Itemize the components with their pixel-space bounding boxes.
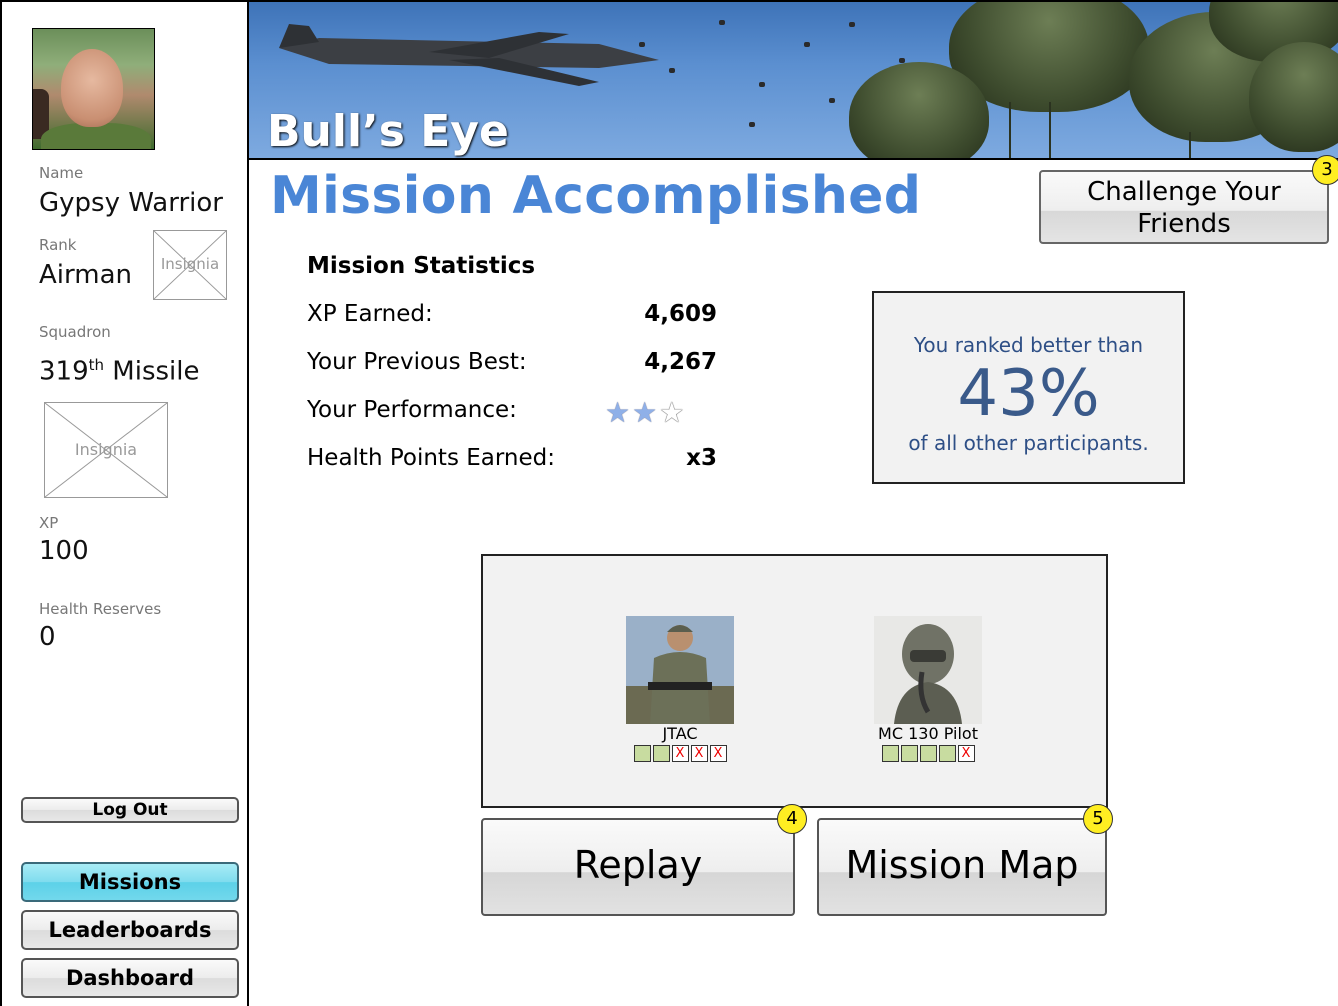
member-name: JTAC [662, 724, 698, 743]
health-full-icon [938, 745, 956, 762]
health-reserves-label: Health Reserves [39, 600, 162, 618]
player-squadron: 319th Missile [39, 356, 200, 387]
jtac-photo [626, 616, 734, 724]
pilot-photo [874, 616, 982, 724]
team-member-mc130-pilot[interactable]: MC 130 Pilot X [851, 616, 1005, 762]
rank-label: Rank [39, 236, 77, 254]
health-lost-icon: X [690, 745, 708, 762]
annotation-badge-4: 4 [777, 804, 807, 834]
challenge-label-line2: Friends [1137, 209, 1231, 239]
team-member-jtac[interactable]: JTAC XXX [603, 616, 757, 762]
ranking-percent: 43% [957, 357, 1100, 431]
rank-insignia-text: Insignia [160, 255, 220, 273]
mission-map-button[interactable]: Mission Map [817, 818, 1107, 916]
xp-earned-value: 4,609 [644, 301, 717, 327]
previous-best-value: 4,267 [644, 349, 717, 375]
star-filled-icon: ★ [605, 396, 633, 429]
member-health-boxes: X [851, 745, 1005, 762]
ranking-line2: of all other participants. [908, 431, 1149, 455]
player-rank: Airman [39, 260, 132, 290]
performance-rating: ★★★ [605, 396, 686, 429]
challenge-label-line1: Challenge Your [1087, 177, 1281, 207]
name-label: Name [39, 164, 84, 182]
team-panel: JTAC XXX MC 130 Pilot X [481, 554, 1108, 808]
aircraft-icon [279, 24, 659, 86]
member-name: MC 130 Pilot [878, 724, 978, 743]
ranking-panel: You ranked better than 43% of all other … [872, 291, 1185, 484]
annotation-badge-3: 3 [1312, 155, 1338, 185]
health-points-label: Health Points Earned: [307, 445, 555, 471]
xp-earned-label: XP Earned: [307, 301, 433, 327]
nav-leaderboards-button[interactable]: Leaderboards [21, 910, 239, 950]
previous-best-label: Your Previous Best: [307, 349, 527, 375]
player-name: Gypsy Warrior [39, 188, 223, 218]
nav-missions-button[interactable]: Missions [21, 862, 239, 902]
xp-label: XP [39, 514, 59, 532]
player-xp: 100 [39, 536, 89, 566]
squadron-insignia-text: Insignia [74, 440, 138, 459]
star-filled-icon: ★ [632, 396, 660, 429]
page-title: Mission Accomplished [270, 166, 922, 226]
ranking-line1: You ranked better than [913, 333, 1144, 357]
health-full-icon [919, 745, 937, 762]
profile-avatar [32, 28, 155, 150]
nav-dashboard-button[interactable]: Dashboard [21, 958, 239, 998]
member-health-boxes: XXX [603, 745, 757, 762]
profile-sidebar: Name Gypsy Warrior Rank Airman Insignia … [0, 0, 249, 1006]
health-full-icon [900, 745, 918, 762]
health-full-icon [652, 745, 670, 762]
squadron-label: Squadron [39, 323, 111, 341]
player-health-reserves: 0 [39, 622, 56, 652]
health-lost-icon: X [709, 745, 727, 762]
health-full-icon [881, 745, 899, 762]
logout-button[interactable]: Log Out [21, 797, 239, 823]
mission-banner: Bull’s Eye [249, 0, 1338, 160]
health-lost-icon: X [671, 745, 689, 762]
health-full-icon [633, 745, 651, 762]
health-points-value: x3 [686, 445, 717, 471]
replay-button[interactable]: Replay [481, 818, 795, 916]
squadron-insignia-placeholder: Insignia [44, 402, 168, 498]
annotation-badge-5: 5 [1083, 804, 1113, 834]
health-lost-icon: X [957, 745, 975, 762]
banner-title: Bull’s Eye [267, 106, 509, 157]
star-empty-icon: ★ [659, 396, 687, 429]
challenge-friends-button[interactable]: Challenge Your Friends [1039, 170, 1329, 244]
performance-label: Your Performance: [307, 397, 517, 423]
stats-heading: Mission Statistics [307, 253, 536, 279]
rank-insignia-placeholder: Insignia [153, 230, 227, 300]
